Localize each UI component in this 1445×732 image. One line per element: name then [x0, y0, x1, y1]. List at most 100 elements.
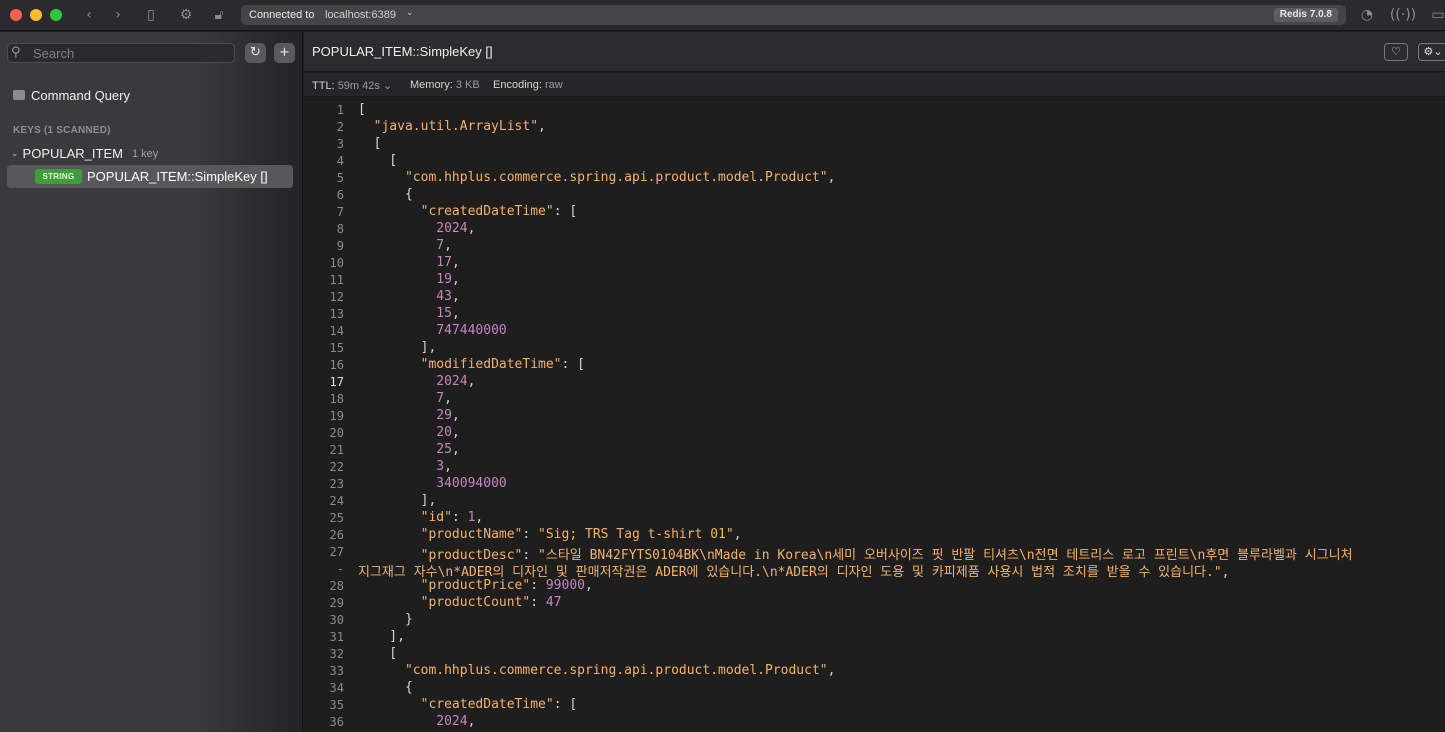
favorite-button[interactable]: ♡ — [1384, 43, 1408, 61]
line-number: 2 — [336, 120, 344, 134]
line-code: 20, — [358, 425, 460, 440]
code-line: 20 20, — [304, 425, 1445, 442]
line-number: 35 — [329, 698, 344, 712]
connection-host: localhost:6389 — [325, 9, 396, 21]
gear-icon: ⚙⌄ — [1423, 45, 1443, 58]
line-number: 7 — [336, 205, 344, 219]
settings-menu-button[interactable]: ⚙⌄ — [1418, 43, 1445, 61]
line-code: 3, — [358, 459, 452, 474]
code-token: : — [451, 510, 468, 525]
code-token: 7 — [436, 391, 445, 406]
ttl-label: TTL: — [312, 80, 335, 92]
refresh-button[interactable]: ↻ — [245, 43, 266, 63]
code-line: 2 "java.util.ArrayList", — [304, 119, 1445, 136]
line-number: 36 — [329, 715, 344, 729]
chevron-left-icon[interactable]: ‹ — [79, 6, 99, 24]
code-token: "productName" — [420, 527, 523, 542]
sidebar: ⚲ ↻ + Command Query KEYS (1 SCANNED) ⌄ P… — [0, 32, 303, 732]
line-code: ], — [358, 340, 437, 355]
line-number: - — [336, 562, 344, 576]
search-input[interactable] — [33, 45, 228, 61]
key-group-row[interactable]: ⌄ POPULAR_ITEM 1 key — [11, 146, 158, 161]
code-token: 17 — [436, 255, 452, 270]
encoding-value: raw — [545, 79, 563, 91]
ttl-control[interactable]: TTL: 59m 42s ⌄ — [312, 79, 392, 92]
code-token: 19 — [436, 272, 452, 287]
code-token: , — [451, 272, 460, 287]
code-token: 20 — [436, 425, 452, 440]
search-box[interactable]: ⚲ — [7, 43, 235, 63]
code-token: , — [451, 442, 460, 457]
code-token: , — [451, 425, 460, 440]
code-token: "modifiedDateTime" — [420, 357, 562, 372]
code-line: 25 "id": 1, — [304, 510, 1445, 527]
code-token: 340094000 — [436, 476, 507, 491]
code-line: 22 3, — [304, 459, 1445, 476]
gear-icon[interactable]: ⚙ — [176, 6, 196, 24]
code-token: : [ — [553, 697, 578, 712]
line-code: 747440000 — [358, 323, 506, 338]
sidebar-toggle-icon[interactable]: ▯ — [141, 6, 161, 24]
value-editor[interactable]: 1[2 "java.util.ArrayList", 3 [4 [5 "com.h… — [304, 99, 1445, 732]
code-token: 43 — [436, 289, 452, 304]
code-token: "productPrice" — [420, 578, 531, 593]
line-code: 29, — [358, 408, 459, 423]
terminal-icon — [13, 90, 25, 100]
code-token: , — [827, 663, 836, 678]
line-code: 2024, — [358, 221, 475, 236]
ttl-value: 59m 42s — [337, 80, 380, 92]
code-token: "createdDateTime" — [420, 204, 554, 219]
code-token: , — [467, 221, 476, 236]
line-number: 14 — [329, 324, 344, 338]
code-token: , — [467, 374, 476, 389]
add-key-button[interactable]: + — [274, 43, 295, 63]
line-number: 28 — [329, 579, 344, 593]
unlock-icon[interactable]: 🔓︎ — [209, 6, 229, 24]
code-token: , — [444, 238, 452, 253]
line-code: [ — [358, 102, 366, 117]
code-token: ], — [358, 340, 437, 355]
chevron-down-icon[interactable]: ⌄ — [406, 8, 414, 18]
line-number: 1 — [336, 103, 344, 117]
line-number: 21 — [329, 443, 344, 457]
zoom-window-button[interactable] — [50, 9, 62, 21]
connection-bar[interactable]: Connected to localhost:6389 ⌄ Redis 7.0.… — [241, 5, 1346, 25]
code-line: 18 7, — [304, 391, 1445, 408]
code-token: [ — [358, 136, 382, 151]
line-number: 9 — [336, 239, 344, 253]
line-code: 15, — [358, 306, 459, 321]
key-group-count: 1 key — [131, 147, 159, 160]
line-code: 25, — [358, 442, 460, 457]
line-code: [ — [358, 136, 382, 151]
broadcast-icon[interactable]: ((·)) — [1390, 6, 1416, 24]
close-window-button[interactable] — [10, 9, 22, 21]
chevron-right-icon[interactable]: › — [108, 6, 128, 24]
line-code: { — [358, 680, 413, 695]
code-line: 24 ], — [304, 493, 1445, 510]
chevron-down-icon[interactable]: ⌄ — [11, 149, 19, 159]
minimize-window-button[interactable] — [30, 9, 42, 21]
code-line: 15 ], — [304, 340, 1445, 357]
chevron-down-icon[interactable]: ⌄ — [383, 80, 392, 92]
line-number: 25 — [329, 511, 344, 525]
key-title: POPULAR_ITEM::SimpleKey [] — [312, 44, 493, 59]
clock-icon[interactable]: ◔ — [1357, 6, 1377, 24]
code-line: 9 7, — [304, 238, 1445, 255]
heart-icon: ♡ — [1391, 45, 1401, 58]
split-view-icon[interactable]: ▭ — [1428, 6, 1445, 24]
code-token: , — [444, 391, 452, 406]
command-query-item[interactable]: Command Query — [13, 87, 130, 103]
key-row-selected[interactable]: STRING POPULAR_ITEM::SimpleKey [] — [7, 165, 293, 188]
line-code: 7, — [358, 391, 452, 406]
